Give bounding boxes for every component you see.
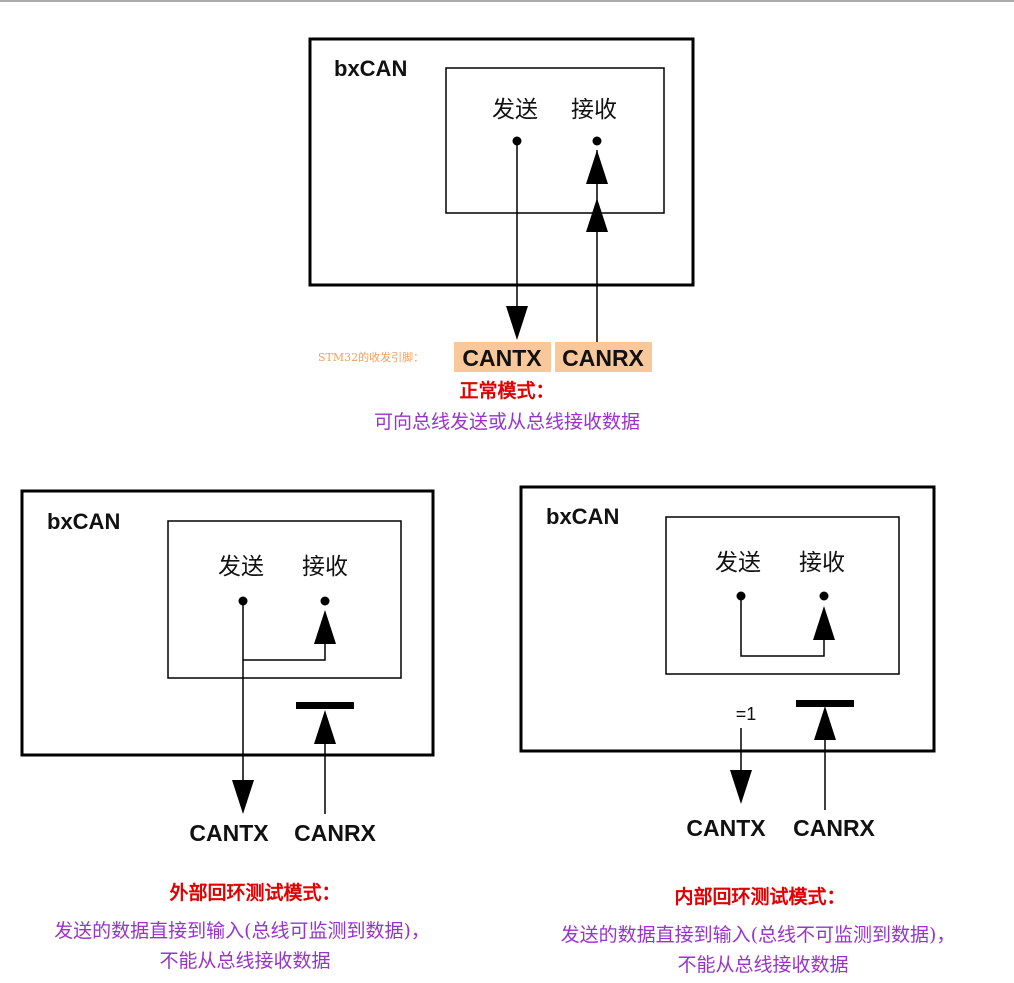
silent-caption-line1: 发送的数据直接到输入(总线不可监测到数据)，: [561, 924, 956, 946]
rx-label: 接收: [799, 550, 845, 576]
bxcan-label: bxCAN: [334, 56, 407, 81]
rx-node: [592, 136, 602, 146]
rx-node: [320, 596, 330, 606]
bxcan-inner-box: [665, 516, 900, 675]
bxcan-inner-box: [167, 520, 402, 679]
cantx-label: CANTX: [189, 820, 269, 846]
recessive-level-label: =1: [736, 704, 757, 724]
loop-line: [740, 596, 825, 657]
normal-mode-panel: bxCAN 发送 接收 STM32的收发引脚： CANTX CANRX 正常模式…: [308, 37, 695, 433]
loopback-caption-title: 外部回环测试模式：: [169, 881, 340, 904]
cantx-label: CANTX: [686, 815, 766, 841]
tx-arrow-down: [730, 770, 752, 804]
silent-caption-line2: 不能从总线接收数据: [677, 954, 848, 976]
rx-arrow-up: [314, 710, 336, 744]
tx-label: 发送: [492, 97, 538, 123]
bxcan-inner-box: [445, 67, 665, 214]
can-modes-diagram: bxCAN 发送 接收 STM32的收发引脚： CANTX CANRX 正常模式…: [0, 0, 1014, 976]
tx-arrow-down: [506, 306, 528, 340]
canrx-label: CANRX: [793, 815, 875, 841]
loopback-caption-line2: 不能从总线接收数据: [159, 950, 330, 972]
loopback-caption-line1: 发送的数据直接到输入(总线可监测到数据)，: [54, 920, 430, 942]
rx-arrow-up-upper: [586, 150, 608, 184]
canrx-label: CANRX: [562, 345, 644, 371]
rx-block-bar: [296, 702, 354, 709]
pin-note: STM32的收发引脚：: [318, 350, 424, 364]
rx-label: 接收: [571, 97, 617, 123]
bxcan-label: bxCAN: [47, 509, 120, 534]
normal-caption-desc: 可向总线发送或从总线接收数据: [374, 411, 640, 433]
rx-block-bar: [796, 700, 854, 707]
loop-arrow-up: [813, 606, 835, 640]
rx-arrow-up: [814, 706, 836, 740]
silent-caption-title: 内部回环测试模式：: [674, 885, 845, 908]
tx-label: 发送: [218, 554, 264, 580]
silent-loopback-mode-panel: bxCAN 发送 接收 =1 CANTX CANRX 内部回环测试模式： 发送的…: [519, 485, 956, 976]
normal-caption-title: 正常模式：: [459, 379, 554, 402]
cantx-label: CANTX: [462, 345, 542, 371]
loopback-mode-panel: bxCAN 发送 接收 CANTX CANRX 外部回环测试模式： 发送的数据直…: [20, 489, 435, 972]
rx-label: 接收: [302, 554, 348, 580]
tx-label: 发送: [715, 550, 761, 576]
tx-arrow-down: [232, 780, 254, 814]
rx-arrow-up-lower: [586, 198, 608, 232]
rx-node: [819, 591, 829, 601]
loop-arrow-up: [314, 610, 336, 644]
bxcan-label: bxCAN: [546, 504, 619, 529]
canrx-label: CANRX: [294, 820, 376, 846]
loop-line: [243, 640, 326, 661]
